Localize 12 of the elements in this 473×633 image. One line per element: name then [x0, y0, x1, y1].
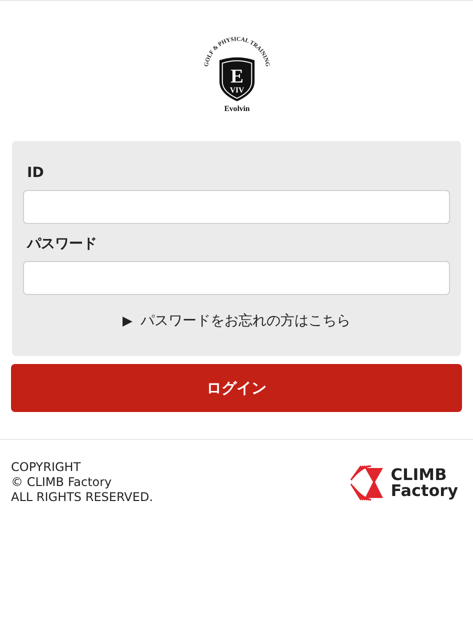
- copyright-text: COPYRIGHT: [11, 460, 82, 475]
- forgot-password-link[interactable]: パスワードをお忘れの方はこちら: [140, 311, 350, 332]
- copyright-text: ALL RIGHTS RESERVED.: [11, 490, 154, 505]
- copyright-text: © CLIMB Factory: [11, 475, 113, 490]
- input-field[interactable]: [23, 190, 450, 224]
- brand-name: Factory: [390, 482, 458, 498]
- field-label: パスワード: [26, 235, 98, 254]
- input-field[interactable]: [23, 261, 450, 295]
- field-label: ID: [26, 164, 45, 183]
- brand-name: CLIMB: [390, 466, 448, 482]
- login-button[interactable]: ログイン: [11, 364, 462, 412]
- triangle-icon: ▶: [122, 312, 132, 332]
